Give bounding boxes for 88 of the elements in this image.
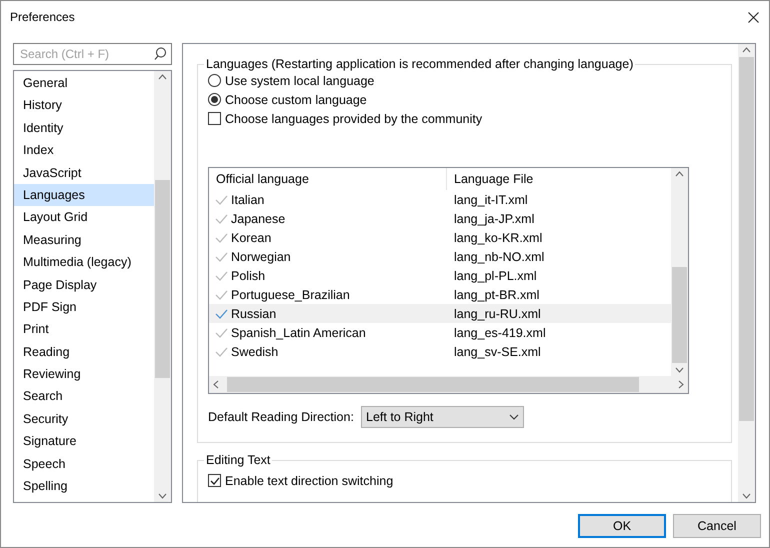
sidebar-item[interactable]: Languages [14, 184, 154, 206]
table-row[interactable]: Japanese lang_ja-JP.xml [209, 209, 671, 228]
table-cell: Polish [231, 268, 266, 282]
table-cell: Norwegian [231, 250, 291, 264]
check-icon [215, 252, 228, 262]
option-label: Use system local language [225, 74, 374, 88]
sidebar-item[interactable]: Signature [14, 430, 154, 453]
table-cell: lang_pl-PL.xml [454, 268, 537, 282]
sidebar-item[interactable]: History [14, 94, 154, 117]
table-cell: Italian [231, 192, 264, 206]
table-cell: Swedish [231, 344, 278, 358]
table-row[interactable]: Russian lang_ru-RU.xml [209, 304, 671, 323]
sidebar-item[interactable]: Identity [14, 116, 154, 140]
sidebar-item[interactable]: Reviewing [14, 363, 154, 386]
table-cell: lang_ja-JP.xml [454, 212, 534, 226]
sidebar-item[interactable]: Page Display [14, 274, 154, 296]
scrollbar[interactable] [738, 44, 755, 502]
scroll-up-icon[interactable] [675, 171, 684, 177]
sidebar-item[interactable]: JavaScript [14, 162, 154, 184]
checkbox[interactable] [208, 474, 221, 487]
scroll-down-icon[interactable] [742, 493, 751, 499]
sidebar-item[interactable]: General [14, 72, 154, 94]
group-title: Editing Text [205, 453, 272, 467]
table-row[interactable]: Italian lang_it-IT.xml [209, 190, 671, 209]
table-row[interactable]: Portuguese_Brazilian lang_pt-BR.xml [209, 285, 671, 304]
search-field[interactable]: Search (Ctrl + F) [13, 43, 172, 65]
scroll-right-icon[interactable] [678, 380, 684, 389]
table-row[interactable]: Korean lang_ko-KR.xml [209, 228, 671, 247]
check-icon [215, 214, 228, 224]
group-title: Languages (Restarting application is recommended after changing language) [205, 57, 634, 71]
table-cell: Japanese [231, 212, 286, 226]
scroll-down-icon[interactable] [158, 493, 167, 499]
table-row[interactable]: Spanish_Latin American lang_es-419.xml [209, 323, 671, 342]
sidebar-item[interactable]: Print [14, 318, 154, 341]
check-icon [215, 308, 228, 318]
radio-button[interactable] [208, 93, 221, 106]
sidebar-item[interactable]: Security [14, 408, 154, 430]
table-cell: Spanish_Latin American [231, 326, 366, 340]
sidebar-item[interactable]: PDF Sign [14, 296, 154, 318]
scroll-up-icon[interactable] [158, 74, 167, 80]
radio-button[interactable] [208, 74, 221, 87]
field-label: Default Reading Direction: [208, 410, 355, 424]
chevron-down-icon [509, 414, 519, 420]
check-icon [215, 290, 228, 300]
check-icon [215, 270, 228, 280]
table-cell: lang_es-419.xml [454, 326, 546, 340]
table-cell: lang_ko-KR.xml [454, 230, 542, 244]
check-icon [215, 232, 228, 242]
sidebar-item[interactable]: Layout Grid [14, 206, 154, 229]
check-icon [215, 194, 228, 204]
table-row[interactable]: Swedish lang_sv-SE.xml [209, 342, 671, 361]
table-cell: Russian [231, 306, 276, 320]
horizontal-scrollbar[interactable] [209, 376, 688, 393]
option-label: Enable text direction switching [225, 474, 394, 488]
sidebar-item[interactable]: Reading [14, 340, 154, 364]
sidebar-item[interactable]: Spelling [14, 475, 154, 498]
search-icon[interactable] [154, 47, 167, 60]
table-cell: lang_nb-NO.xml [454, 250, 544, 264]
column-header[interactable]: Official language [209, 168, 447, 190]
table-cell: lang_it-IT.xml [454, 192, 528, 206]
check-icon [215, 346, 228, 356]
ok-button[interactable]: OK [578, 514, 666, 538]
check-icon [215, 328, 228, 338]
sidebar-item[interactable]: Speech [14, 452, 154, 476]
column-header[interactable]: Language File [447, 168, 669, 190]
scrollbar[interactable] [154, 71, 171, 502]
sidebar-item[interactable]: Index [14, 139, 154, 162]
option-label: Choose languages provided by the community [225, 112, 482, 126]
reading-direction-dropdown[interactable]: Left to Right [361, 406, 524, 428]
table-cell: Korean [231, 230, 272, 244]
table-row[interactable]: Polish lang_pl-PL.xml [209, 266, 671, 285]
table-cell: lang_pt-BR.xml [454, 288, 540, 302]
scrollbar[interactable] [671, 168, 688, 376]
cancel-button[interactable]: Cancel [673, 514, 761, 538]
window-title: Preferences [10, 10, 75, 24]
close-icon[interactable] [748, 12, 759, 22]
sidebar-item[interactable]: Multimedia (legacy) [14, 251, 154, 274]
table-cell: lang_ru-RU.xml [454, 306, 541, 320]
sidebar-item[interactable]: Search [14, 385, 154, 408]
sidebar-item[interactable]: Measuring [14, 228, 154, 252]
scroll-left-icon[interactable] [213, 380, 219, 389]
table-cell: lang_sv-SE.xml [454, 344, 541, 358]
table-cell: Portuguese_Brazilian [231, 288, 350, 302]
scroll-up-icon[interactable] [742, 47, 751, 53]
checkbox[interactable] [208, 112, 221, 125]
option-label: Choose custom language [225, 92, 367, 106]
table-row[interactable]: Norwegian lang_nb-NO.xml [209, 247, 671, 266]
scroll-down-icon[interactable] [675, 367, 684, 373]
